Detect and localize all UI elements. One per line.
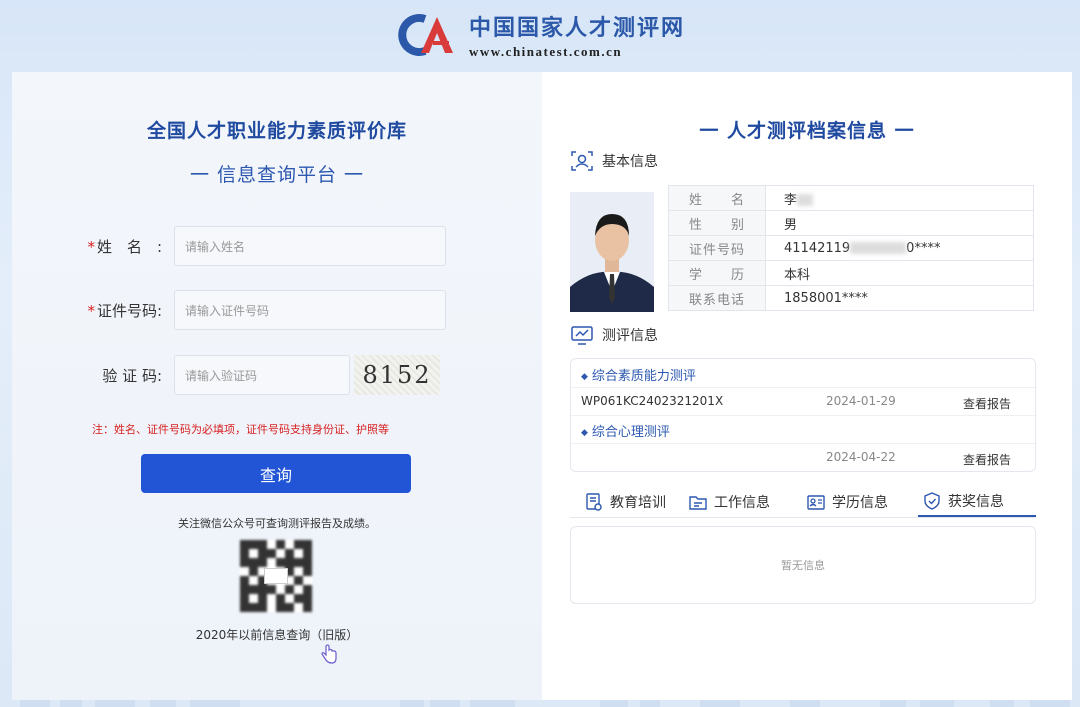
archive-panel: 一 人才测评档案信息 一 基本信息 姓 名 李 性 别 男 证件号码 41142… (542, 72, 1072, 700)
captcha-image[interactable]: 8152 (354, 355, 440, 395)
id-row: * 证件号码: 请输入证件号码 (72, 290, 446, 330)
eval-info-label: 测评信息 (602, 328, 658, 344)
logo-site-name: 中国国家人才测评网 (468, 15, 685, 41)
name-label: * 姓 名 : (87, 237, 162, 256)
monitor-chart-icon (571, 326, 593, 345)
info-row-phone: 联系电话 1858001**** (668, 285, 1034, 311)
query-panel-subtitle: 一 信息查询平台 一 (189, 164, 365, 186)
archive-panel-title: 一 人才测评档案信息 一 (699, 120, 915, 142)
basic-info-table: 姓 名 李 性 别 男 证件号码 41142119 0**** 学 历 本科 联系… (668, 185, 1034, 311)
info-value-name: 李 (765, 185, 1034, 211)
work-folder-icon (689, 495, 707, 510)
info-value-gender: 男 (765, 210, 1034, 236)
view-report-link[interactable]: 查看报告 (963, 395, 1011, 412)
empty-state: 暂无信息 (570, 526, 1036, 604)
info-key: 联系电话 (668, 285, 766, 311)
site-logo[interactable]: 中国国家人才测评网 www.chinatest.com.cn (395, 10, 685, 60)
info-key: 证件号码 (668, 235, 766, 261)
eval-code: WP061KC2402321201X (581, 394, 724, 408)
info-row-education: 学 历 本科 (668, 260, 1034, 286)
info-key: 性 别 (668, 210, 766, 236)
ca-logo-icon (398, 14, 453, 56)
tab-award[interactable]: 获奖信息 (918, 486, 1036, 517)
basic-info-label: 基本信息 (602, 154, 658, 170)
info-row-id: 证件号码 41142119 0**** (668, 235, 1034, 261)
captcha-input[interactable]: 请输入验证码 (174, 355, 350, 395)
info-value-education: 本科 (765, 260, 1034, 286)
eval-category: ◆ 综合心理测评 (581, 425, 670, 440)
info-row-gender: 性 别 男 (668, 210, 1034, 236)
award-shield-icon (924, 491, 940, 510)
basic-info-heading: 基本信息 (570, 150, 658, 172)
info-row-name: 姓 名 李 (668, 185, 1034, 211)
query-button[interactable]: 查询 (141, 454, 411, 493)
logo-site-url: www.chinatest.com.cn (468, 44, 623, 59)
name-row: * 姓 名 : 请输入姓名 (72, 226, 446, 266)
captcha-row: 验 证 码: 请输入验证码 8152 (72, 355, 440, 395)
old-version-link[interactable]: 2020年以前信息查询（旧版） (12, 626, 542, 643)
info-key: 学 历 (668, 260, 766, 286)
eval-date: 2024-04-22 (826, 450, 896, 464)
degree-card-icon (807, 494, 825, 510)
required-note: 注：姓名、证件号码为必填项，证件号码支持身份证、护照等 (92, 423, 389, 436)
education-doc-icon (586, 492, 602, 511)
tab-education[interactable]: 教育培训 (570, 486, 686, 517)
id-label: * 证件号码: (87, 301, 162, 320)
user-profile-icon (571, 151, 593, 171)
captcha-label: 验 证 码: (102, 366, 162, 385)
wechat-follow-text: 关注微信公众号可查询测评报告及成绩。 (178, 517, 376, 530)
eval-info-heading: 测评信息 (570, 324, 658, 346)
qr-center-logo (264, 568, 288, 584)
query-panel: 全国人才职业能力素质评价库 一 信息查询平台 一 * 姓 名 : 请输入姓名 * 证… (12, 72, 542, 700)
eval-category: ◆ 综合素质能力测评 (581, 369, 696, 384)
eval-date: 2024-01-29 (826, 394, 896, 408)
id-number-input[interactable]: 请输入证件号码 (174, 290, 446, 330)
evaluation-list: ◆ 综合素质能力测评 WP061KC2402321201X 2024-01-29 … (570, 358, 1036, 472)
tab-degree[interactable]: 学历信息 (802, 486, 918, 517)
query-panel-title: 全国人才职业能力素质评价库 (146, 120, 407, 142)
hand-pointer-icon (321, 644, 337, 664)
info-key: 姓 名 (668, 185, 766, 211)
site-header: 中国国家人才测评网 www.chinatest.com.cn (0, 0, 1080, 70)
view-report-link[interactable]: 查看报告 (963, 451, 1011, 468)
tab-work[interactable]: 工作信息 (686, 486, 802, 517)
info-value-phone: 1858001**** (765, 285, 1034, 311)
avatar-photo (570, 192, 654, 312)
info-value-id: 41142119 0**** (765, 235, 1034, 261)
name-input[interactable]: 请输入姓名 (174, 226, 446, 266)
archive-tabs: 教育培训 工作信息 学历信息 获奖信息 (570, 486, 1036, 518)
